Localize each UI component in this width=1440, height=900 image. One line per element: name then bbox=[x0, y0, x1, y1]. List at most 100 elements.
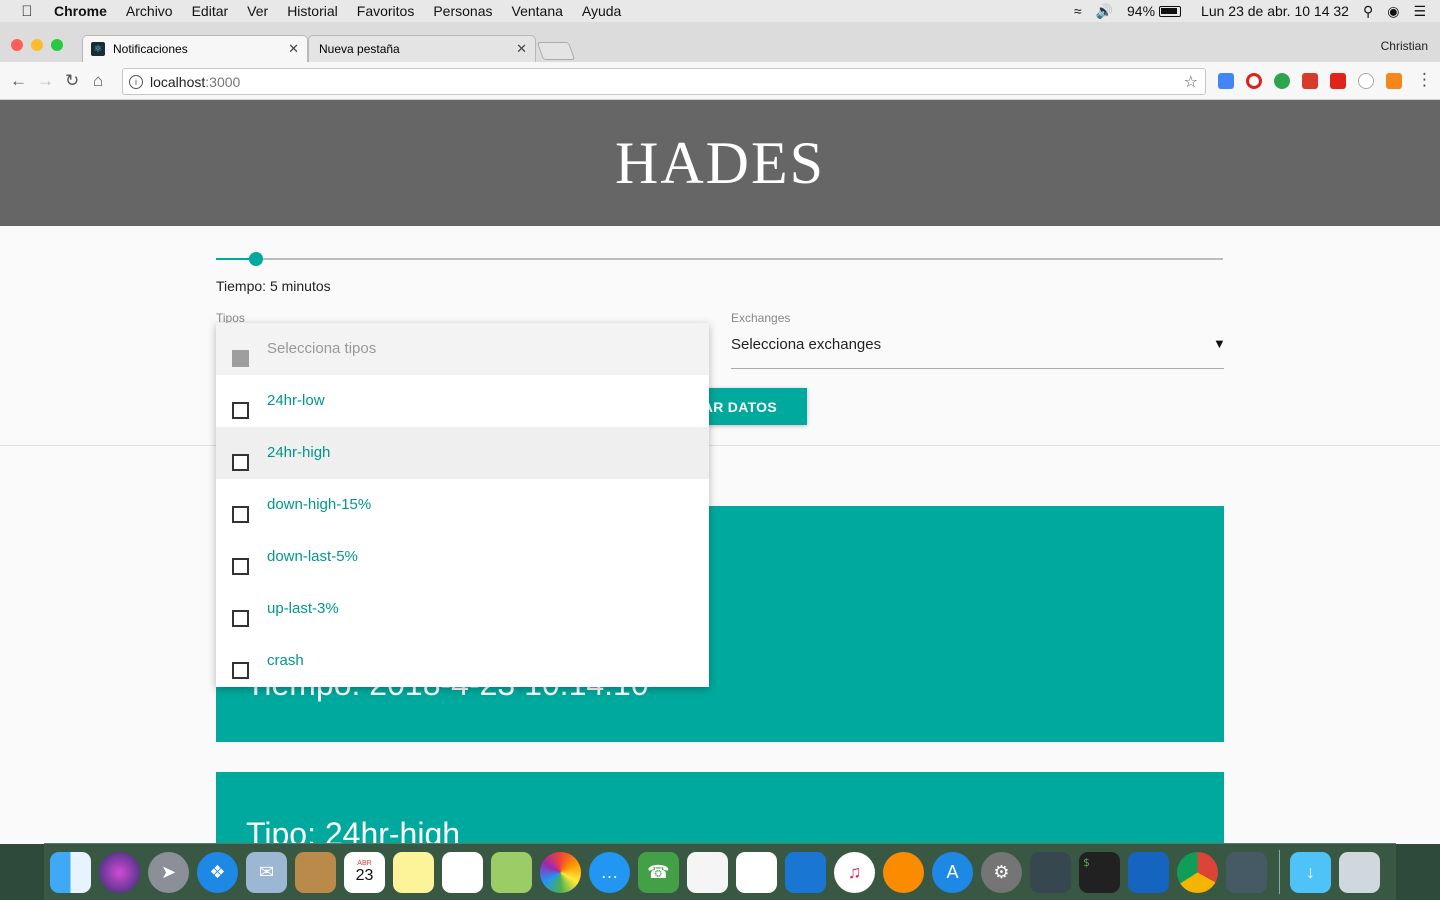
back-arrow-icon[interactable]: ← bbox=[10, 71, 27, 91]
window-maximize-button[interactable] bbox=[51, 39, 63, 51]
checkbox[interactable] bbox=[232, 662, 249, 679]
dock-separator bbox=[1279, 850, 1280, 894]
finder-icon[interactable] bbox=[50, 851, 91, 893]
chrome-menu-icon[interactable]: ⋮ bbox=[1416, 70, 1433, 90]
metamask-extension-icon[interactable] bbox=[1386, 73, 1402, 89]
calendar-icon[interactable]: ABR 23 bbox=[344, 851, 385, 893]
disabled-checkbox bbox=[232, 350, 249, 367]
system-preferences-icon[interactable]: ⚙ bbox=[981, 851, 1022, 893]
green-extension-icon[interactable] bbox=[1274, 73, 1290, 89]
notification-center-icon[interactable]: ☰ bbox=[1413, 3, 1426, 20]
opera-extension-icon[interactable] bbox=[1246, 73, 1262, 89]
safari-icon[interactable]: ❖ bbox=[197, 851, 238, 893]
circle-extension-icon[interactable] bbox=[1358, 73, 1374, 89]
card-title: Tipo: 24hr-high bbox=[246, 816, 461, 844]
option-label: 24hr-high bbox=[267, 444, 331, 461]
lastpass-extension-icon[interactable] bbox=[1330, 73, 1346, 89]
messages-icon[interactable]: … bbox=[589, 851, 630, 893]
time-label: Tiempo: 5 minutos bbox=[216, 278, 331, 294]
volume-icon[interactable]: 🔊 bbox=[1096, 3, 1113, 20]
activity-icon[interactable] bbox=[1030, 851, 1071, 893]
menu-personas[interactable]: Personas bbox=[433, 3, 492, 19]
time-slider[interactable] bbox=[216, 252, 1223, 266]
keynote-alt-icon[interactable] bbox=[687, 851, 728, 893]
reminders-icon[interactable] bbox=[442, 851, 483, 893]
option-down-last-5[interactable]: down-last-5% bbox=[216, 531, 709, 583]
site-info-icon[interactable]: i bbox=[129, 74, 143, 89]
option-24hr-high[interactable]: 24hr-high bbox=[216, 427, 709, 479]
option-down-high-15[interactable]: down-high-15% bbox=[216, 479, 709, 531]
tab-close-icon[interactable]: ✕ bbox=[516, 41, 527, 57]
spotlight-search-icon[interactable]: ⚲ bbox=[1363, 3, 1373, 20]
macos-dock: ➤ ❖ ✉ ABR 23 … ☎ ♫ A ⚙ $ ↓ bbox=[44, 843, 1396, 900]
checkbox[interactable] bbox=[232, 506, 249, 523]
apple-menu-icon[interactable]:  bbox=[0, 3, 54, 20]
notification-card: Tipo: 24hr-high bbox=[216, 772, 1224, 844]
chrome-icon[interactable] bbox=[1177, 851, 1218, 893]
forward-arrow-icon[interactable]: → bbox=[37, 71, 54, 91]
home-icon[interactable]: ⌂ bbox=[93, 71, 103, 91]
option-label: down-last-5% bbox=[267, 548, 358, 565]
checkbox[interactable] bbox=[232, 610, 249, 627]
vscode-icon[interactable] bbox=[1128, 851, 1169, 893]
exchanges-select[interactable]: Selecciona exchanges bbox=[731, 336, 881, 353]
tab-strip: ⚛ Notificaciones ✕ Nueva pestaña ✕ Chris… bbox=[0, 22, 1440, 62]
tab-notificaciones[interactable]: ⚛ Notificaciones ✕ bbox=[82, 35, 308, 62]
contacts-icon[interactable] bbox=[295, 851, 336, 893]
translate-extension-icon[interactable] bbox=[1218, 73, 1234, 89]
terminal-icon[interactable]: $ bbox=[1079, 851, 1120, 893]
tipos-dropdown-menu: Selecciona tipos 24hr-low 24hr-high down… bbox=[216, 323, 709, 687]
mail-icon[interactable]: ✉ bbox=[246, 851, 287, 893]
option-24hr-low[interactable]: 24hr-low bbox=[216, 375, 709, 427]
tab-nueva-pestana[interactable]: Nueva pestaña ✕ bbox=[308, 35, 536, 62]
itunes-icon[interactable]: ♫ bbox=[834, 851, 875, 893]
notes-icon[interactable] bbox=[393, 851, 434, 893]
address-bar[interactable]: i localhost :3000 ☆ bbox=[122, 68, 1206, 95]
instruments-icon[interactable] bbox=[1226, 851, 1267, 893]
menu-archivo[interactable]: Archivo bbox=[126, 3, 173, 19]
dropdown-placeholder-row: Selecciona tipos bbox=[216, 323, 709, 375]
window-close-button[interactable] bbox=[11, 39, 23, 51]
tab-close-icon[interactable]: ✕ bbox=[288, 41, 299, 57]
appstore-icon[interactable]: A bbox=[932, 851, 973, 893]
url-host: localhost bbox=[150, 73, 206, 90]
tab-title: Notificaciones bbox=[113, 42, 188, 56]
checkbox[interactable] bbox=[232, 558, 249, 575]
menu-historial[interactable]: Historial bbox=[287, 3, 338, 19]
checkbox[interactable] bbox=[232, 402, 249, 419]
siri-icon[interactable] bbox=[99, 851, 140, 893]
menu-ayuda[interactable]: Ayuda bbox=[582, 3, 621, 19]
option-label: up-last-3% bbox=[267, 600, 339, 617]
battery-icon[interactable] bbox=[1159, 5, 1182, 17]
user-avatar-icon[interactable]: ◉ bbox=[1387, 3, 1399, 20]
dropdown-arrow-icon[interactable]: ▼ bbox=[1213, 336, 1226, 351]
option-up-last-3[interactable]: up-last-3% bbox=[216, 583, 709, 635]
numbers-icon[interactable] bbox=[736, 851, 777, 893]
menu-favoritos[interactable]: Favoritos bbox=[357, 3, 415, 19]
option-crash[interactable]: crash bbox=[216, 635, 709, 687]
menu-app-name[interactable]: Chrome bbox=[54, 3, 107, 19]
wifi-icon[interactable]: ≈ bbox=[1074, 3, 1082, 19]
slider-thumb[interactable] bbox=[249, 252, 264, 266]
menu-ver[interactable]: Ver bbox=[247, 3, 268, 19]
clock[interactable]: Lun 23 de abr. 10 14 32 bbox=[1201, 3, 1349, 19]
trash-icon[interactable] bbox=[1339, 851, 1380, 893]
ibooks-icon[interactable] bbox=[883, 851, 924, 893]
checkbox[interactable] bbox=[232, 454, 249, 471]
menu-editar[interactable]: Editar bbox=[192, 3, 229, 19]
exchanges-underline bbox=[731, 368, 1224, 369]
launchpad-icon[interactable]: ➤ bbox=[148, 851, 189, 893]
battery-percent: 94% bbox=[1127, 3, 1156, 19]
new-tab-button[interactable] bbox=[536, 42, 576, 60]
reload-icon[interactable]: ↻ bbox=[65, 71, 79, 91]
facetime-icon[interactable]: ☎ bbox=[638, 851, 679, 893]
downloads-icon[interactable]: ↓ bbox=[1290, 851, 1331, 893]
menu-ventana[interactable]: Ventana bbox=[512, 3, 563, 19]
maps-icon[interactable] bbox=[491, 851, 532, 893]
profile-name[interactable]: Christian bbox=[1381, 39, 1428, 53]
puzzle-extension-icon[interactable] bbox=[1302, 73, 1318, 89]
bookmark-star-icon[interactable]: ☆ bbox=[1184, 72, 1198, 92]
window-minimize-button[interactable] bbox=[31, 39, 43, 51]
keynote-icon[interactable] bbox=[785, 851, 826, 893]
photos-icon[interactable] bbox=[540, 851, 581, 893]
